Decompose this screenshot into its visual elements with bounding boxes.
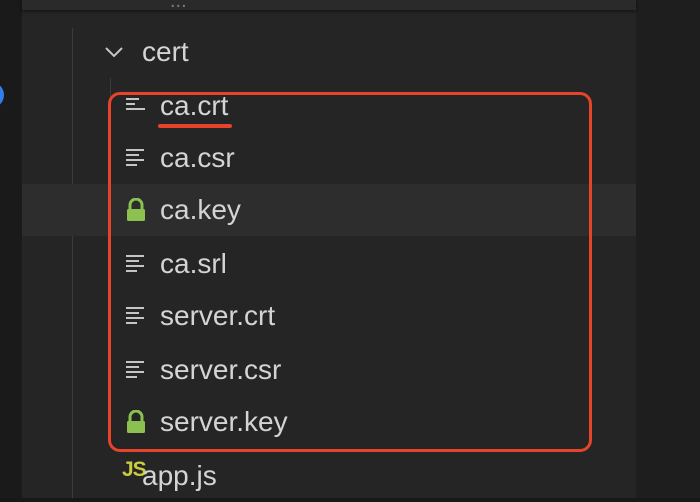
activity-bar-edge (0, 0, 22, 498)
clipped-text: ... (170, 0, 187, 12)
clipped-row-above: ... (22, 0, 636, 12)
folder-label: cert (142, 36, 189, 67)
editor-edge (636, 0, 700, 498)
activity-bar-indicator (0, 82, 4, 108)
annotation-highlight-box (108, 92, 592, 452)
folder-row-cert[interactable]: cert (22, 26, 636, 78)
chevron-down-icon[interactable] (102, 40, 126, 64)
file-row-app-js[interactable]: JS app.js (22, 450, 636, 502)
file-label: app.js (142, 460, 217, 491)
